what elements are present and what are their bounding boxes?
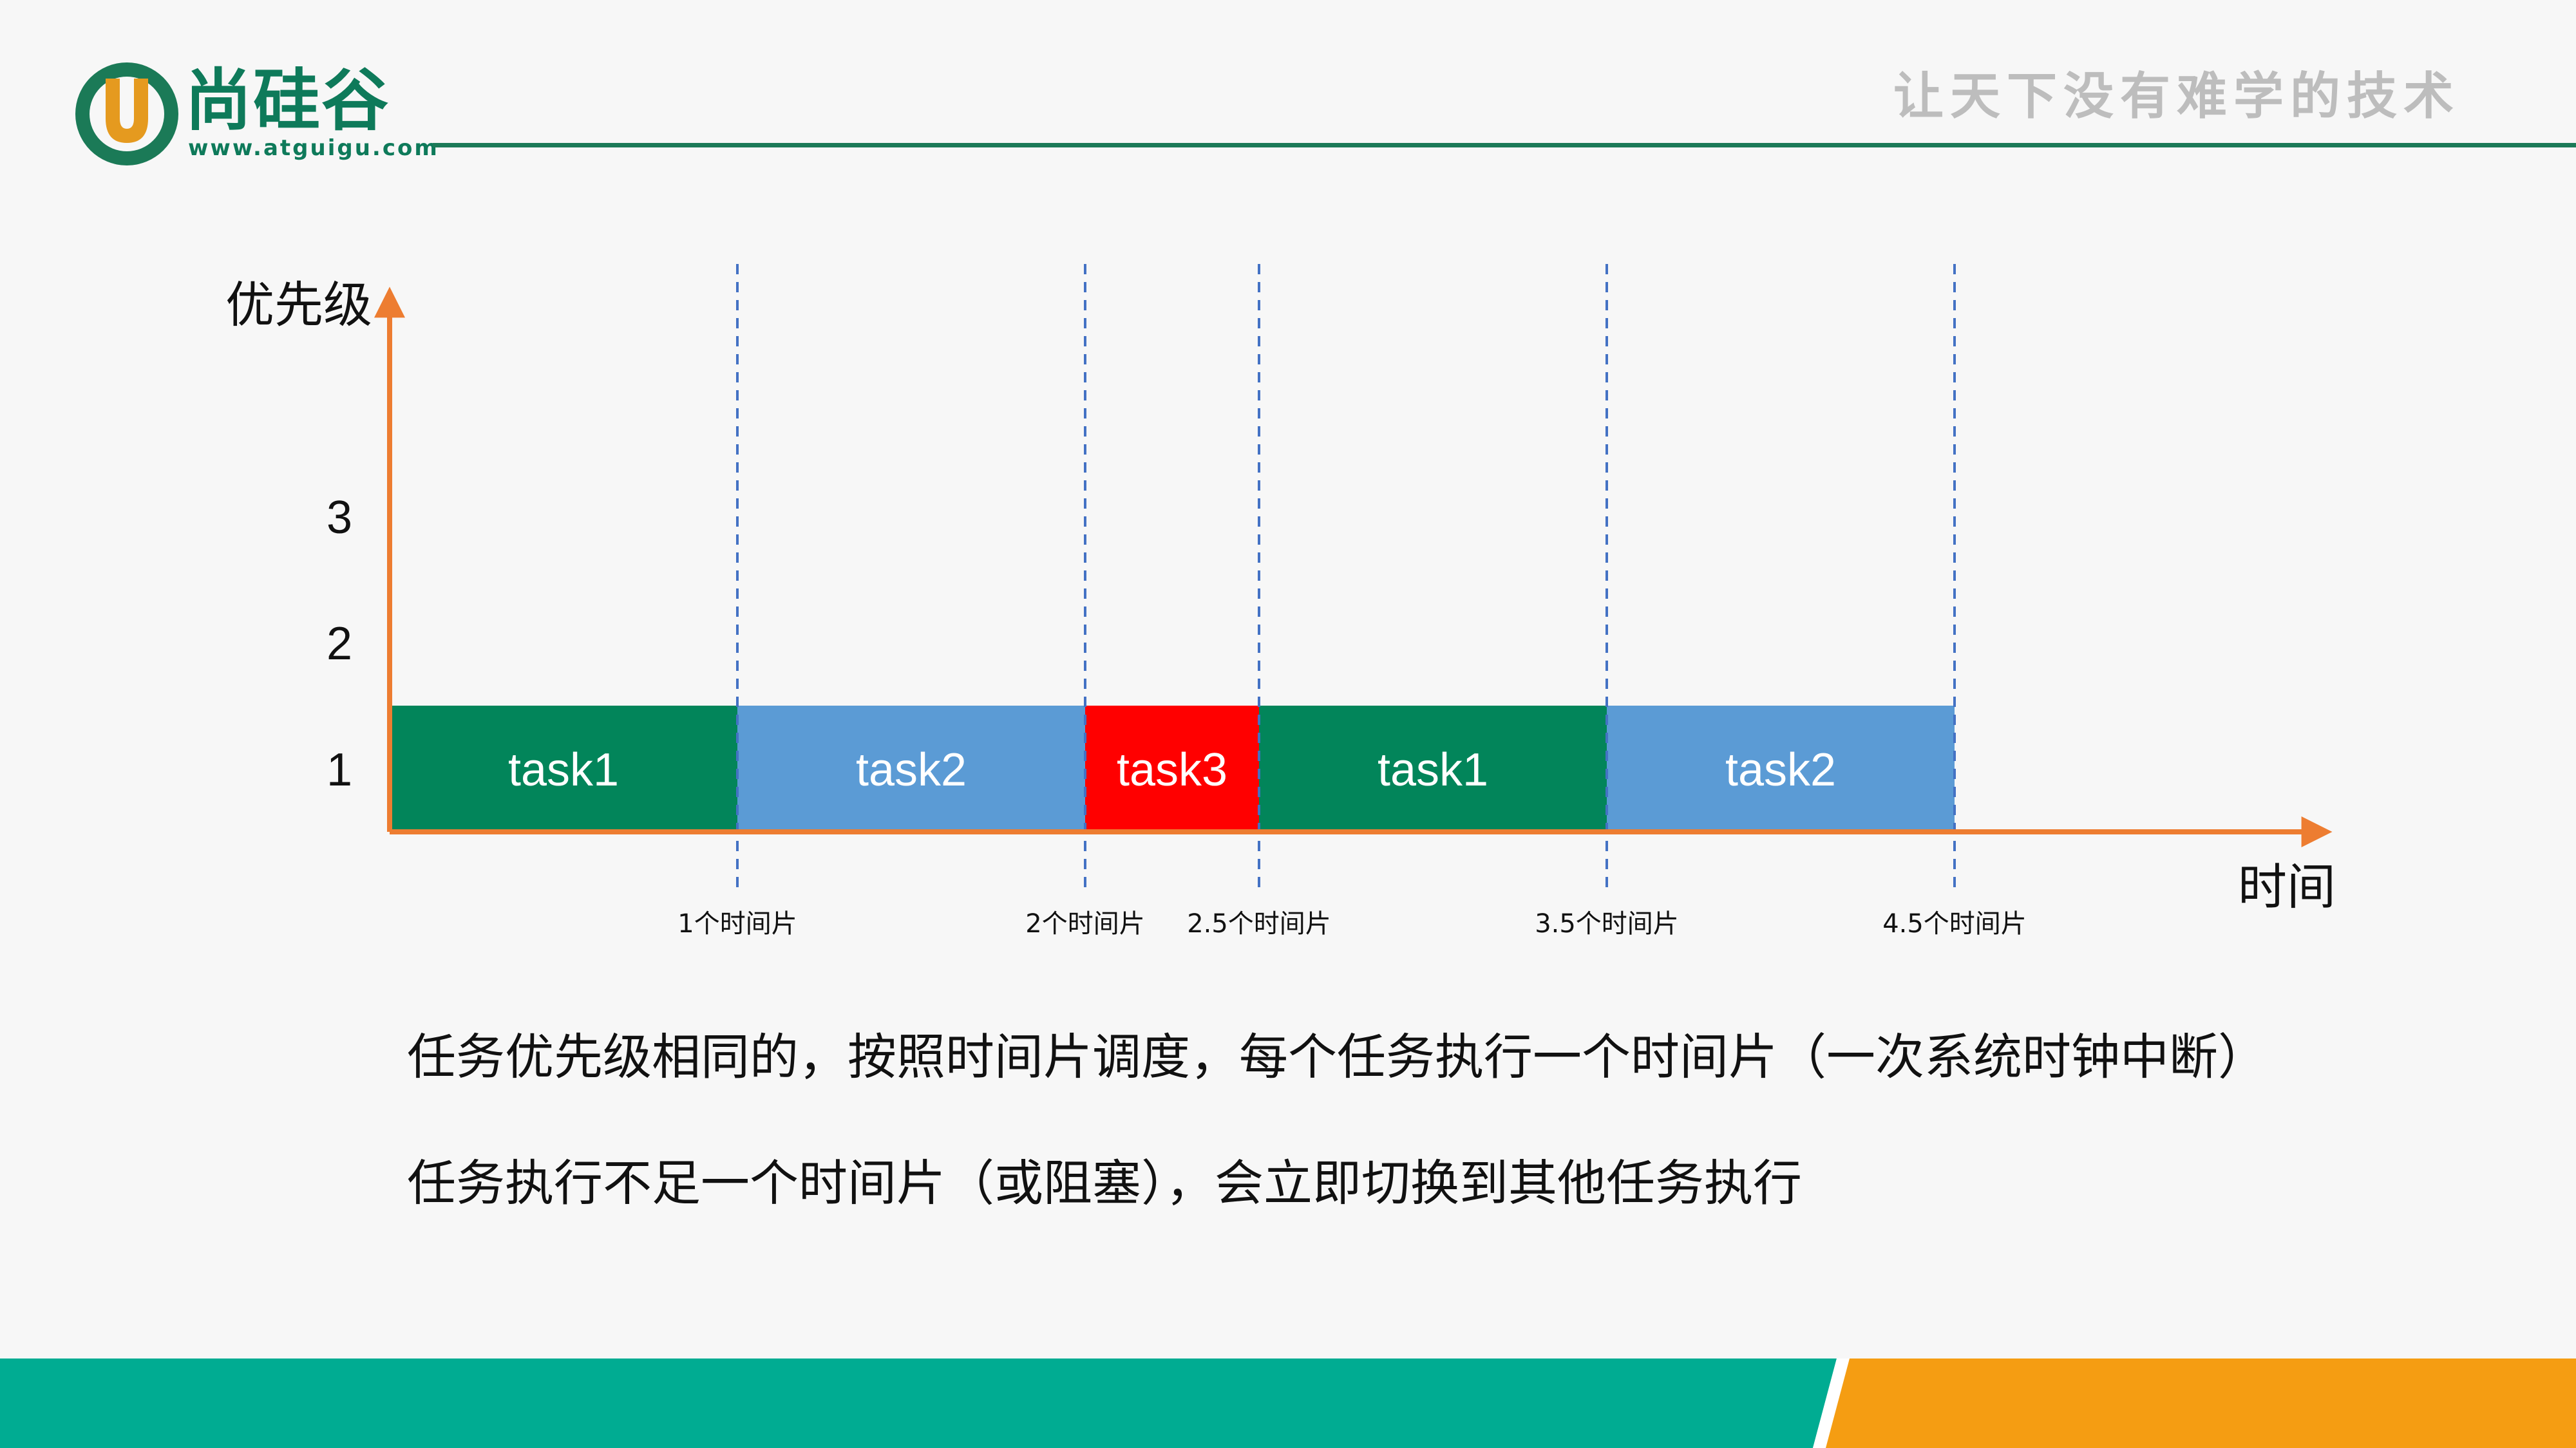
priority-tick-1: 1 <box>327 744 352 796</box>
x-axis-label: 时间 <box>2238 858 2336 916</box>
task-label-2: task3 <box>1117 744 1227 796</box>
footer-right-band <box>1826 1359 2576 1448</box>
time-marker-label-3: 3.5个时间片 <box>1535 909 1679 939</box>
footer-left-band <box>0 1359 1837 1448</box>
time-marker-label-2: 2.5个时间片 <box>1187 909 1331 939</box>
caption-line-2: 任务执行不足一个时间片（或阻塞），会立即切换到其他任务执行 <box>407 1154 1802 1212</box>
task-label-0: task1 <box>508 744 619 796</box>
slide: 尚硅谷 www.atguigu.com 让天下没有难学的技术 task1 task… <box>0 0 2576 1448</box>
y-axis-label: 优先级 <box>225 276 372 334</box>
time-marker-label-1: 2个时间片 <box>1025 909 1144 939</box>
priority-tick-2: 2 <box>327 618 352 670</box>
priority-tick-3: 3 <box>327 492 352 543</box>
task-label-1: task2 <box>856 744 967 796</box>
footer-band <box>0 1359 2576 1448</box>
scheduling-diagram: task1 task2 task3 task1 task2 优先级 时间 1 2 3 1个时… <box>225 264 2336 939</box>
task-label-3: task1 <box>1378 744 1488 796</box>
time-marker-label-0: 1个时间片 <box>677 909 797 939</box>
caption-line-1: 任务优先级相同的，按照时间片调度，每个任务执行一个时间片（一次系统时钟中断） <box>407 1028 2267 1086</box>
task-label-4: task2 <box>1725 744 1836 796</box>
time-marker-label-4: 4.5个时间片 <box>1882 909 2027 939</box>
